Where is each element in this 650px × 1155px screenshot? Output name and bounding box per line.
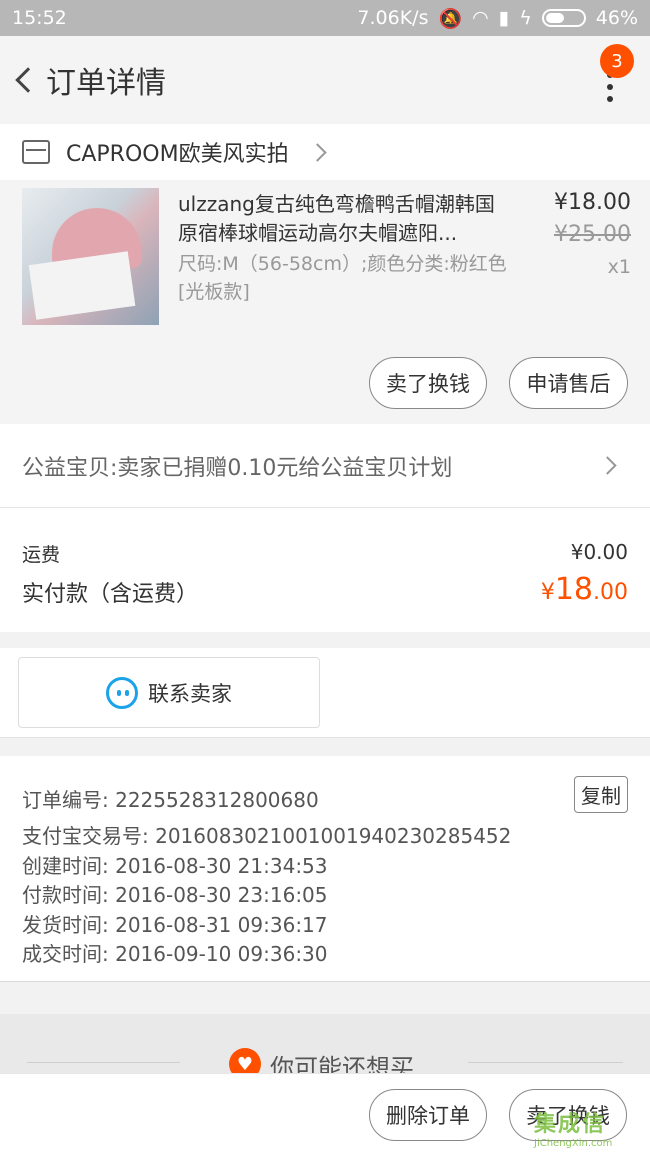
product-thumbnail	[22, 188, 159, 325]
status-bar: 15:52 7.06K/s 🔕 ◠ ▮ ϟ 46%	[0, 0, 650, 36]
store-icon	[22, 140, 50, 164]
product-title: ulzzang复古纯色弯檐鸭舌帽潮韩国原宿棒球帽运动高尔夫帽遮阳...	[178, 192, 495, 245]
message-badge: 3	[600, 44, 634, 78]
network-speed: 7.06K/s	[357, 7, 429, 29]
wifi-icon: ◠	[472, 7, 489, 29]
product-original-price: ¥25.00	[554, 222, 631, 247]
page-title: 订单详情	[46, 66, 166, 101]
mute-icon: 🔕	[438, 7, 463, 30]
product-price: ¥18.00	[554, 190, 631, 215]
signal-icon: ▮	[498, 7, 510, 29]
battery-icon	[541, 9, 586, 27]
chevron-right-icon	[598, 456, 617, 475]
paid-label: 实付款（含运费）	[22, 582, 199, 607]
chevron-right-icon	[307, 142, 327, 162]
charity-text: 公益宝贝:卖家已捐赠0.10元给公益宝贝计划	[22, 455, 453, 481]
contact-seller-button[interactable]: 联系卖家	[18, 657, 320, 728]
shipped-time: 发货时间: 2016-08-31 09:36:17	[22, 913, 328, 937]
after-sale-button[interactable]: 申请售后	[509, 357, 628, 409]
copy-button[interactable]: 复制	[574, 776, 628, 813]
back-arrow-icon	[15, 67, 41, 93]
shop-name: CAPROOM欧美风实拍	[66, 142, 289, 167]
shipping-value: ¥0.00	[570, 540, 628, 564]
chat-face-icon	[106, 676, 138, 709]
alipay-number: 支付宝交易号: 2016083021001001940230285452	[22, 824, 512, 848]
recommend-header: ♥ 你可能还想买	[0, 1014, 650, 1082]
order-info: 订单编号: 2225528312800680 复制 支付宝交易号: 201608…	[0, 756, 650, 982]
back-button[interactable]	[2, 36, 46, 124]
resell-button[interactable]: 卖了换钱	[369, 357, 487, 409]
paid-time: 付款时间: 2016-08-30 23:16:05	[22, 883, 328, 907]
product-quantity: x1	[607, 256, 631, 278]
status-time: 15:52	[12, 7, 67, 29]
shipping-label: 运费	[22, 544, 61, 566]
watermark-logo: 集成信 JiChengXin.com	[534, 1112, 613, 1149]
nav-bar: 订单详情 3	[0, 36, 650, 124]
completed-time: 成交时间: 2016-09-10 09:36:30	[22, 942, 328, 966]
battery-level: 46%	[595, 7, 638, 29]
delete-order-button[interactable]: 删除订单	[369, 1089, 487, 1141]
contact-seller-label: 联系卖家	[148, 681, 232, 706]
fee-summary: 运费 ¥0.00 实付款（含运费） ¥18.00	[0, 508, 650, 632]
charging-icon: ϟ	[519, 7, 532, 29]
paid-amount: ¥18.00	[540, 572, 628, 607]
shop-row[interactable]: CAPROOM欧美风实拍	[0, 124, 650, 180]
created-time: 创建时间: 2016-08-30 21:34:53	[22, 854, 328, 878]
divider	[468, 1062, 623, 1063]
order-number: 订单编号: 2225528312800680	[22, 788, 319, 812]
divider	[27, 1062, 180, 1063]
contact-section: 联系卖家	[0, 648, 650, 738]
charity-row[interactable]: 公益宝贝:卖家已捐赠0.10元给公益宝贝计划	[0, 424, 650, 508]
product-sku: 尺码:M（56-58cm）;颜色分类:粉红色[光板款]	[178, 253, 507, 303]
